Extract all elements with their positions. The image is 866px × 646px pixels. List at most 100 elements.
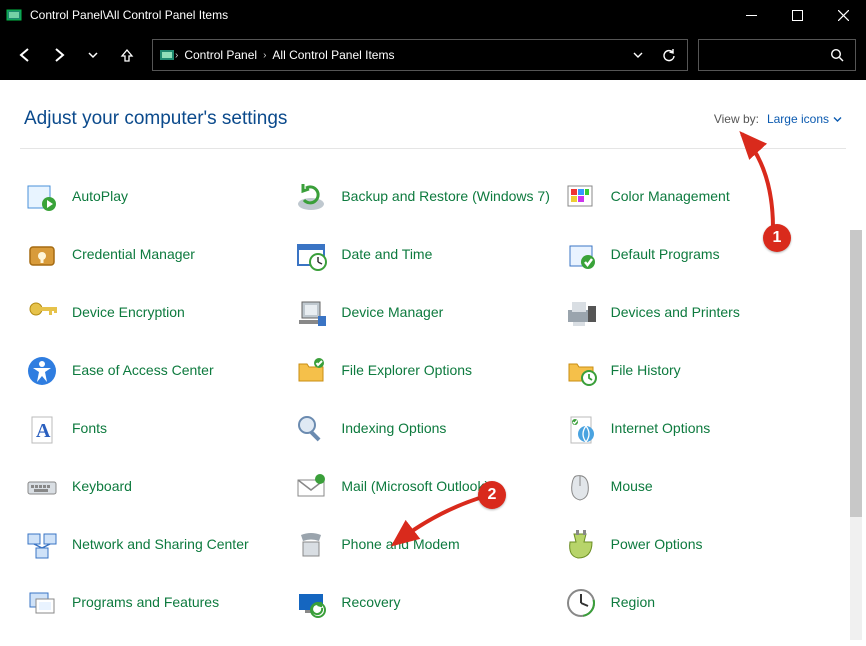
control-panel-item[interactable]: Network and Sharing Center xyxy=(24,525,283,565)
item-label: Backup and Restore (Windows 7) xyxy=(341,188,550,206)
network-and-sharing-center-icon xyxy=(24,527,60,563)
control-panel-item[interactable]: Ease of Access Center xyxy=(24,351,283,391)
window-title: Control Panel\All Control Panel Items xyxy=(28,8,728,22)
control-panel-item[interactable]: Internet Options xyxy=(563,409,822,449)
view-by-label: View by: xyxy=(714,112,759,126)
control-panel-icon xyxy=(159,47,175,63)
item-label: AutoPlay xyxy=(72,188,128,206)
indexing-options-icon xyxy=(293,411,329,447)
annotation-badge-2: 2 xyxy=(478,481,506,509)
refresh-button[interactable] xyxy=(651,48,687,63)
item-label: Mouse xyxy=(611,478,653,496)
item-label: Device Manager xyxy=(341,304,443,322)
control-panel-item[interactable]: Device Manager xyxy=(293,293,552,333)
control-panel-item[interactable]: Region xyxy=(563,583,822,623)
breadcrumb-root[interactable]: Control Panel xyxy=(178,48,263,62)
ease-of-access-center-icon xyxy=(24,353,60,389)
device-manager-icon xyxy=(293,295,329,331)
control-panel-item[interactable]: Device Encryption xyxy=(24,293,283,333)
window-titlebar: Control Panel\All Control Panel Items xyxy=(0,0,866,30)
maximize-button[interactable] xyxy=(774,0,820,30)
device-encryption-icon xyxy=(24,295,60,331)
control-panel-item[interactable]: Recovery xyxy=(293,583,552,623)
control-panel-item[interactable]: Keyboard xyxy=(24,467,283,507)
control-panel-item[interactable]: Security and Maintenance xyxy=(293,641,552,646)
annotation-arrow-1 xyxy=(728,128,798,238)
navigation-bar: › Control Panel › All Control Panel Item… xyxy=(0,30,866,80)
breadcrumb-child[interactable]: All Control Panel Items xyxy=(266,48,400,62)
date-and-time-icon xyxy=(293,237,329,273)
backup-and-restore-windows-7--icon xyxy=(293,179,329,215)
control-panel-item[interactable]: Power Options xyxy=(563,525,822,565)
page-heading: Adjust your computer's settings xyxy=(24,108,287,130)
chevron-down-icon xyxy=(833,115,842,124)
svg-text:A: A xyxy=(36,420,51,442)
control-panel-item[interactable]: Mouse xyxy=(563,467,822,507)
mail-microsoft-outlook--icon xyxy=(293,469,329,505)
power-options-icon xyxy=(563,527,599,563)
item-label: Indexing Options xyxy=(341,420,446,438)
item-label: Color Management xyxy=(611,188,730,206)
item-label: Network and Sharing Center xyxy=(72,536,249,554)
internet-options-icon xyxy=(563,411,599,447)
default-programs-icon xyxy=(563,237,599,273)
recent-locations-dropdown[interactable] xyxy=(78,40,108,70)
file-explorer-options-icon xyxy=(293,353,329,389)
item-label: Internet Options xyxy=(611,420,711,438)
view-by-value: Large icons xyxy=(767,112,829,126)
item-label: Date and Time xyxy=(341,246,432,264)
item-label: File History xyxy=(611,362,681,380)
scrollbar[interactable] xyxy=(850,230,862,640)
control-panel-item[interactable]: Backup and Restore (Windows 7) xyxy=(293,177,552,217)
keyboard-icon xyxy=(24,469,60,505)
search-icon xyxy=(830,48,845,63)
control-panel-item[interactable]: File History xyxy=(563,351,822,391)
scrollbar-thumb[interactable] xyxy=(850,230,862,517)
item-label: Keyboard xyxy=(72,478,132,496)
item-label: Recovery xyxy=(341,594,400,612)
control-panel-item[interactable]: AutoPlay xyxy=(24,177,283,217)
item-label: Ease of Access Center xyxy=(72,362,214,380)
control-panel-item[interactable]: A Fonts xyxy=(24,409,283,449)
items-grid: AutoPlay Backup and Restore (Windows 7) Co… xyxy=(24,177,842,646)
control-panel-item[interactable]: File Explorer Options xyxy=(293,351,552,391)
file-history-icon xyxy=(563,353,599,389)
mouse-icon xyxy=(563,469,599,505)
control-panel-item[interactable]: Date and Time xyxy=(293,235,552,275)
control-panel-item[interactable]: Devices and Printers xyxy=(563,293,822,333)
minimize-button[interactable] xyxy=(728,0,774,30)
control-panel-item[interactable]: RemoteApp and Desktop Connections xyxy=(24,641,283,646)
control-panel-item[interactable]: Indexing Options xyxy=(293,409,552,449)
chevron-right-icon[interactable]: › xyxy=(263,50,266,61)
control-panel-icon xyxy=(0,7,28,23)
control-panel-item[interactable]: Sound xyxy=(563,641,822,646)
autoplay-icon xyxy=(24,179,60,215)
control-panel-item[interactable]: Programs and Features xyxy=(24,583,283,623)
back-button[interactable] xyxy=(10,40,40,70)
search-input[interactable] xyxy=(698,39,856,71)
item-label: Programs and Features xyxy=(72,594,219,612)
view-by-dropdown[interactable]: Large icons xyxy=(767,112,842,126)
annotation-badge-1: 1 xyxy=(763,224,791,252)
fonts-icon: A xyxy=(24,411,60,447)
chevron-right-icon[interactable]: › xyxy=(175,50,178,61)
region-icon xyxy=(563,585,599,621)
color-management-icon xyxy=(563,179,599,215)
close-button[interactable] xyxy=(820,0,866,30)
credential-manager-icon xyxy=(24,237,60,273)
programs-and-features-icon xyxy=(24,585,60,621)
devices-and-printers-icon xyxy=(563,295,599,331)
divider xyxy=(20,148,846,149)
up-button[interactable] xyxy=(112,40,142,70)
address-dropdown-button[interactable] xyxy=(625,49,651,61)
item-label: Credential Manager xyxy=(72,246,195,264)
address-bar[interactable]: › Control Panel › All Control Panel Item… xyxy=(152,39,688,71)
item-label: Device Encryption xyxy=(72,304,185,322)
item-label: Fonts xyxy=(72,420,107,438)
recovery-icon xyxy=(293,585,329,621)
forward-button[interactable] xyxy=(44,40,74,70)
control-panel-item[interactable]: Credential Manager xyxy=(24,235,283,275)
item-label: Devices and Printers xyxy=(611,304,740,322)
item-label: Power Options xyxy=(611,536,703,554)
phone-and-modem-icon xyxy=(293,527,329,563)
